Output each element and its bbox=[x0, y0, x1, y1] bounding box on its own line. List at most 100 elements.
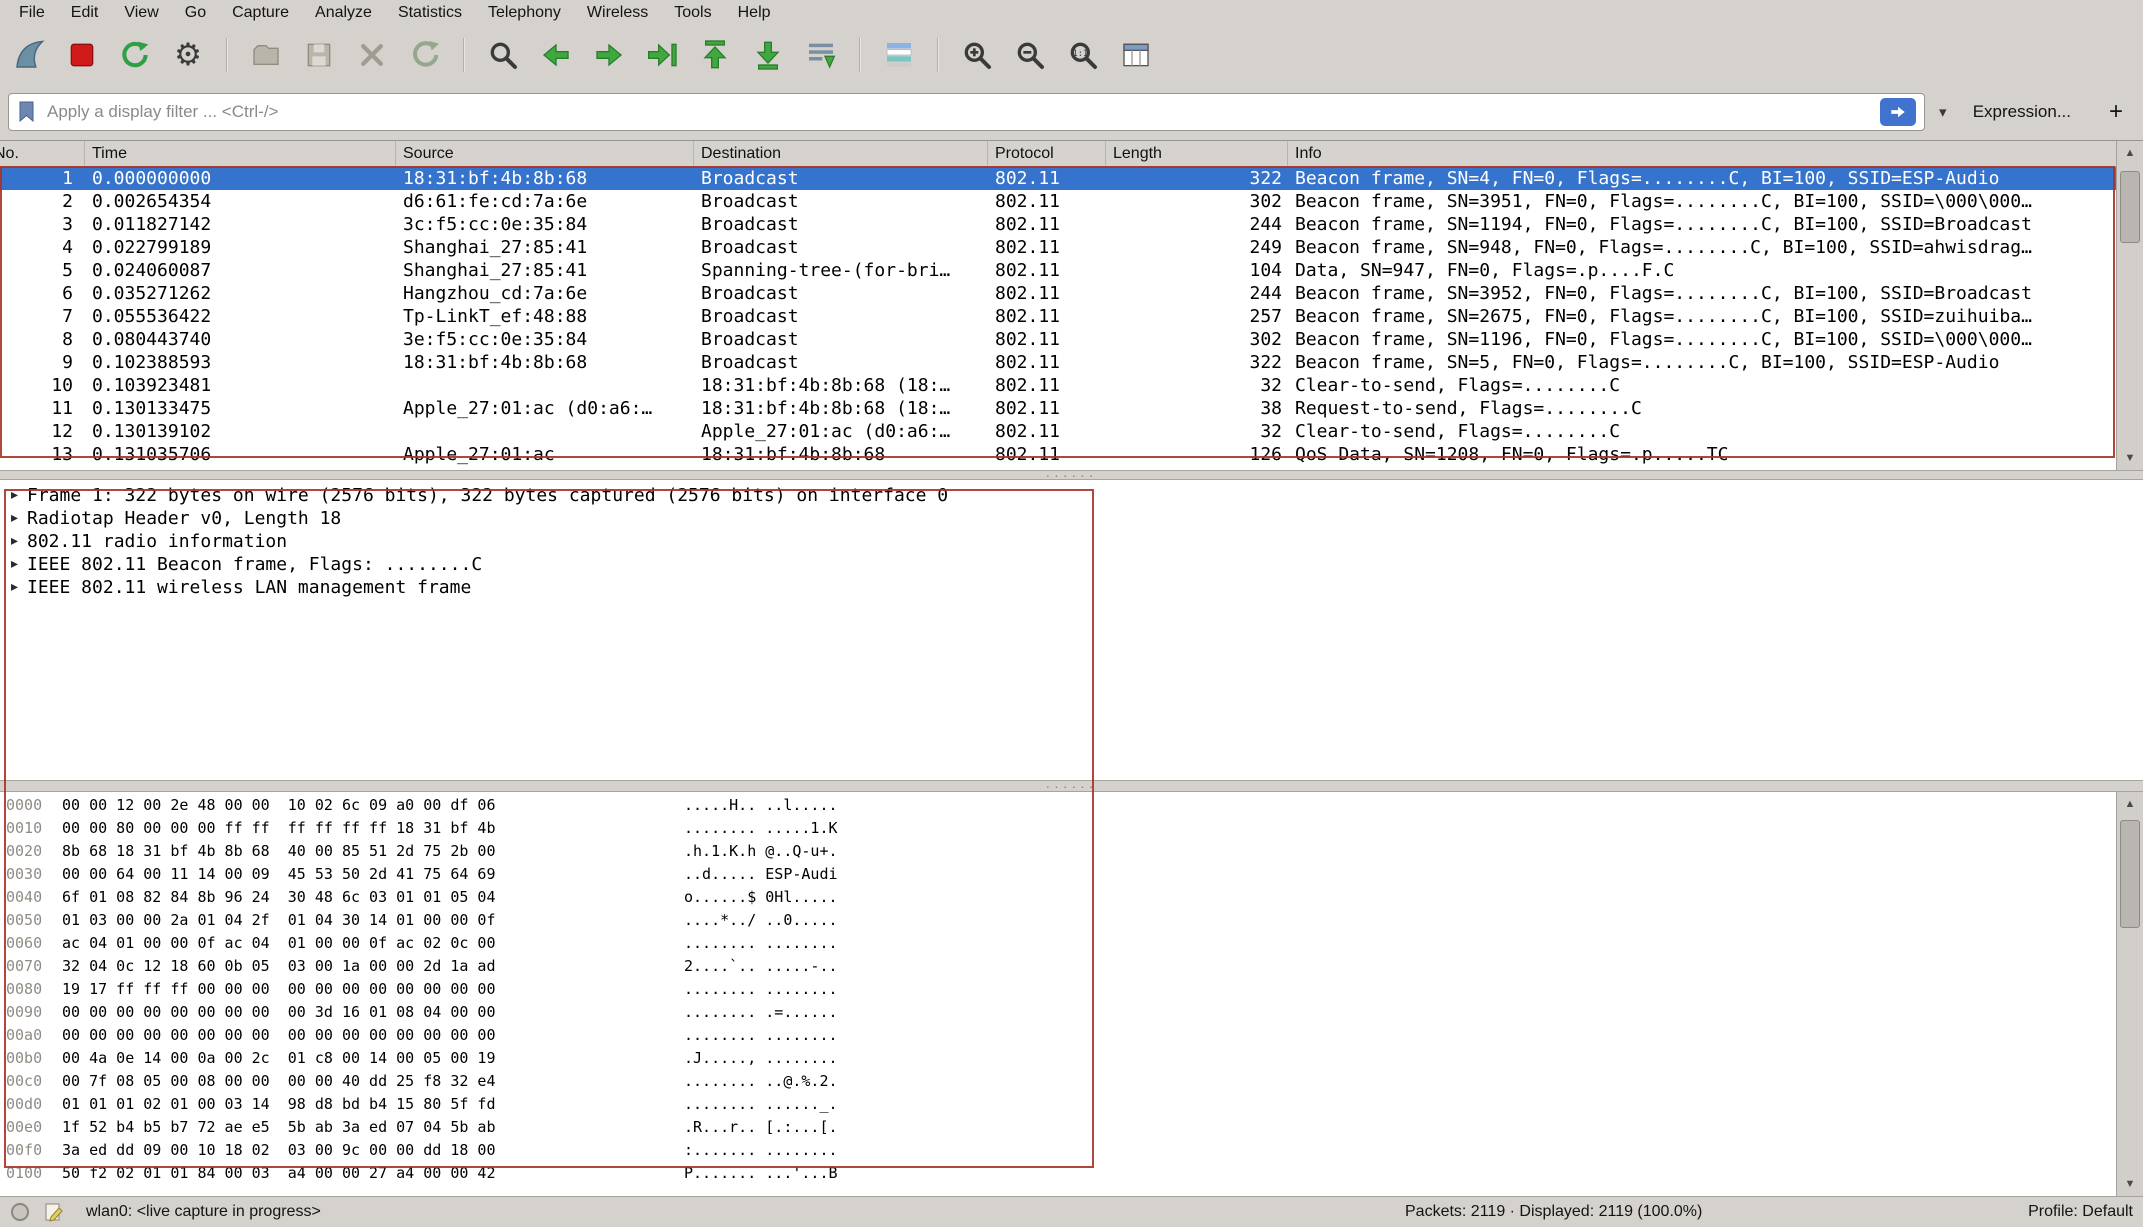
menu-item-tools[interactable]: Tools bbox=[661, 0, 724, 26]
packet-row-8[interactable]: 80.0804437403e:f5:cc:0e:35:84Broadcast80… bbox=[0, 328, 2116, 351]
hex-row-0080[interactable]: 008019 17 ff ff ff 00 00 00 00 00 00 00 … bbox=[0, 978, 2116, 1001]
start-capture-button[interactable] bbox=[6, 32, 52, 78]
menu-item-file[interactable]: File bbox=[6, 0, 58, 26]
packet-row-7[interactable]: 70.055536422Tp-LinkT_ef:48:88Broadcast80… bbox=[0, 305, 2116, 328]
filter-dropdown-button[interactable]: ▾ bbox=[1929, 93, 1957, 131]
menu-item-capture[interactable]: Capture bbox=[219, 0, 302, 26]
hex-row-00f0[interactable]: 00f03a ed dd 09 00 10 18 02 03 00 9c 00 … bbox=[0, 1139, 2116, 1162]
go-first-packet-button[interactable] bbox=[692, 32, 738, 78]
display-filter-input[interactable]: Apply a display filter ... <Ctrl-/> bbox=[8, 93, 1925, 131]
packet-row-5[interactable]: 50.024060087Shanghai_27:85:41Spanning-tr… bbox=[0, 259, 2116, 282]
close-file-button[interactable] bbox=[349, 32, 395, 78]
go-to-packet-button[interactable] bbox=[639, 32, 685, 78]
packet-row-12[interactable]: 120.130139102Apple_27:01:ac (d0:a6:…802.… bbox=[0, 420, 2116, 443]
expander-icon[interactable]: ▸ bbox=[11, 553, 27, 576]
detail-line-3[interactable]: ▸802.11 radio information bbox=[0, 530, 2143, 553]
menu-item-statistics[interactable]: Statistics bbox=[385, 0, 475, 26]
hex-row-00a0[interactable]: 00a000 00 00 00 00 00 00 00 00 00 00 00 … bbox=[0, 1024, 2116, 1047]
open-file-button[interactable] bbox=[243, 32, 289, 78]
packet-row-10[interactable]: 100.10392348118:31:bf:4b:8b:68 (18:…802.… bbox=[0, 374, 2116, 397]
column-header-source[interactable]: Source bbox=[396, 141, 694, 166]
zoom-original-button[interactable]: 1:1 bbox=[1060, 32, 1106, 78]
auto-scroll-button[interactable] bbox=[798, 32, 844, 78]
expander-icon[interactable]: ▸ bbox=[11, 507, 27, 530]
go-forward-button[interactable] bbox=[586, 32, 632, 78]
reload-file-button[interactable] bbox=[402, 32, 448, 78]
capture-options-button[interactable]: ⚙ bbox=[165, 32, 211, 78]
packet-row-11[interactable]: 110.130133475Apple_27:01:ac (d0:a6:…18:3… bbox=[0, 397, 2116, 420]
packet-row-9[interactable]: 90.10238859318:31:bf:4b:8b:68Broadcast80… bbox=[0, 351, 2116, 374]
save-file-button[interactable] bbox=[296, 32, 342, 78]
column-header-length[interactable]: Length bbox=[1106, 141, 1288, 166]
zoom-in-button[interactable] bbox=[954, 32, 1000, 78]
detail-line-1[interactable]: ▸Frame 1: 322 bytes on wire (2576 bits),… bbox=[0, 484, 2143, 507]
hex-row-0070[interactable]: 007032 04 0c 12 18 60 0b 05 03 00 1a 00 … bbox=[0, 955, 2116, 978]
scrollbar-thumb[interactable] bbox=[2120, 171, 2140, 243]
scroll-up-icon[interactable]: ▲ bbox=[2117, 141, 2143, 165]
column-header-time[interactable]: Time bbox=[85, 141, 396, 166]
hex-offset: 0040 bbox=[6, 886, 62, 909]
detail-line-5[interactable]: ▸IEEE 802.11 wireless LAN management fra… bbox=[0, 576, 2143, 599]
menu-item-wireless[interactable]: Wireless bbox=[574, 0, 661, 26]
menu-item-edit[interactable]: Edit bbox=[58, 0, 112, 26]
expander-icon[interactable]: ▸ bbox=[11, 530, 27, 553]
packet-list-scrollbar[interactable]: ▲ ▼ bbox=[2116, 141, 2143, 470]
menu-item-help[interactable]: Help bbox=[725, 0, 784, 26]
packet-row-3[interactable]: 30.0118271423c:f5:cc:0e:35:84Broadcast80… bbox=[0, 213, 2116, 236]
resize-columns-button[interactable] bbox=[1113, 32, 1159, 78]
packet-row-6[interactable]: 60.035271262Hangzhou_cd:7a:6eBroadcast80… bbox=[0, 282, 2116, 305]
hex-row-0000[interactable]: 000000 00 12 00 2e 48 00 00 10 02 6c 09 … bbox=[0, 794, 2116, 817]
hex-row-0100[interactable]: 010050 f2 02 01 01 84 00 03 a4 00 00 27 … bbox=[0, 1162, 2116, 1185]
column-header-destination[interactable]: Destination bbox=[694, 141, 988, 166]
scrollbar-thumb[interactable] bbox=[2120, 820, 2140, 928]
packet-row-2[interactable]: 20.002654354d6:61:fe:cd:7a:6eBroadcast80… bbox=[0, 190, 2116, 213]
detail-line-4[interactable]: ▸IEEE 802.11 Beacon frame, Flags: ......… bbox=[0, 553, 2143, 576]
capture-comment-icon[interactable] bbox=[40, 1199, 68, 1225]
packet-row-4[interactable]: 40.022799189Shanghai_27:85:41Broadcast80… bbox=[0, 236, 2116, 259]
hex-ascii: ........ ..@.%.2. bbox=[684, 1070, 2116, 1093]
menu-item-view[interactable]: View bbox=[111, 0, 171, 26]
scroll-down-icon[interactable]: ▼ bbox=[2117, 1172, 2143, 1196]
add-filter-button[interactable]: + bbox=[2097, 98, 2135, 126]
scroll-down-icon[interactable]: ▼ bbox=[2117, 446, 2143, 470]
expander-icon[interactable]: ▸ bbox=[11, 484, 27, 507]
menu-item-go[interactable]: Go bbox=[172, 0, 219, 26]
packet-row-1[interactable]: 10.00000000018:31:bf:4b:8b:68Broadcast80… bbox=[0, 167, 2116, 190]
menu-item-analyze[interactable]: Analyze bbox=[302, 0, 385, 26]
detail-line-2[interactable]: ▸Radiotap Header v0, Length 18 bbox=[0, 507, 2143, 530]
packet-cell-time: 0.131035706 bbox=[85, 443, 396, 466]
hex-row-00c0[interactable]: 00c000 7f 08 05 00 08 00 00 00 00 40 dd … bbox=[0, 1070, 2116, 1093]
find-packet-button[interactable] bbox=[480, 32, 526, 78]
apply-filter-button[interactable] bbox=[1880, 98, 1916, 126]
colorize-button[interactable] bbox=[876, 32, 922, 78]
scroll-up-icon[interactable]: ▲ bbox=[2117, 792, 2143, 816]
hex-row-0050[interactable]: 005001 03 00 00 2a 01 04 2f 01 04 30 14 … bbox=[0, 909, 2116, 932]
bytes-scrollbar[interactable]: ▲ ▼ bbox=[2116, 792, 2143, 1196]
hex-row-0040[interactable]: 00406f 01 08 82 84 8b 96 24 30 48 6c 03 … bbox=[0, 886, 2116, 909]
bookmark-icon[interactable] bbox=[17, 100, 37, 124]
packet-row-13[interactable]: 130.131035706Apple_27:01:ac18:31:bf:4b:8… bbox=[0, 443, 2116, 466]
restart-capture-button[interactable] bbox=[112, 32, 158, 78]
hex-row-00e0[interactable]: 00e01f 52 b4 b5 b7 72 ae e5 5b ab 3a ed … bbox=[0, 1116, 2116, 1139]
column-header-no[interactable]: No. bbox=[0, 141, 85, 166]
menu-item-telephony[interactable]: Telephony bbox=[475, 0, 574, 26]
stop-capture-button[interactable] bbox=[59, 32, 105, 78]
profile-text[interactable]: Profile: Default bbox=[2028, 1203, 2133, 1221]
expert-info-icon[interactable] bbox=[6, 1199, 34, 1225]
pane-splitter-upper[interactable]: ······ bbox=[0, 470, 2143, 480]
hex-row-00d0[interactable]: 00d001 01 01 02 01 00 03 14 98 d8 bd b4 … bbox=[0, 1093, 2116, 1116]
hex-row-0020[interactable]: 00208b 68 18 31 bf 4b 8b 68 40 00 85 51 … bbox=[0, 840, 2116, 863]
pane-splitter-lower[interactable]: ······ bbox=[0, 780, 2143, 792]
go-last-packet-button[interactable] bbox=[745, 32, 791, 78]
expander-icon[interactable]: ▸ bbox=[11, 576, 27, 599]
hex-row-00b0[interactable]: 00b000 4a 0e 14 00 0a 00 2c 01 c8 00 14 … bbox=[0, 1047, 2116, 1070]
hex-row-0090[interactable]: 009000 00 00 00 00 00 00 00 00 3d 16 01 … bbox=[0, 1001, 2116, 1024]
hex-row-0060[interactable]: 0060ac 04 01 00 00 0f ac 04 01 00 00 0f … bbox=[0, 932, 2116, 955]
expression-button[interactable]: Expression... bbox=[1957, 102, 2087, 122]
hex-row-0030[interactable]: 003000 00 64 00 11 14 00 09 45 53 50 2d … bbox=[0, 863, 2116, 886]
column-header-info[interactable]: Info bbox=[1288, 141, 2116, 166]
zoom-out-button[interactable] bbox=[1007, 32, 1053, 78]
go-back-button[interactable] bbox=[533, 32, 579, 78]
hex-row-0010[interactable]: 001000 00 80 00 00 00 ff ff ff ff ff ff … bbox=[0, 817, 2116, 840]
column-header-protocol[interactable]: Protocol bbox=[988, 141, 1106, 166]
